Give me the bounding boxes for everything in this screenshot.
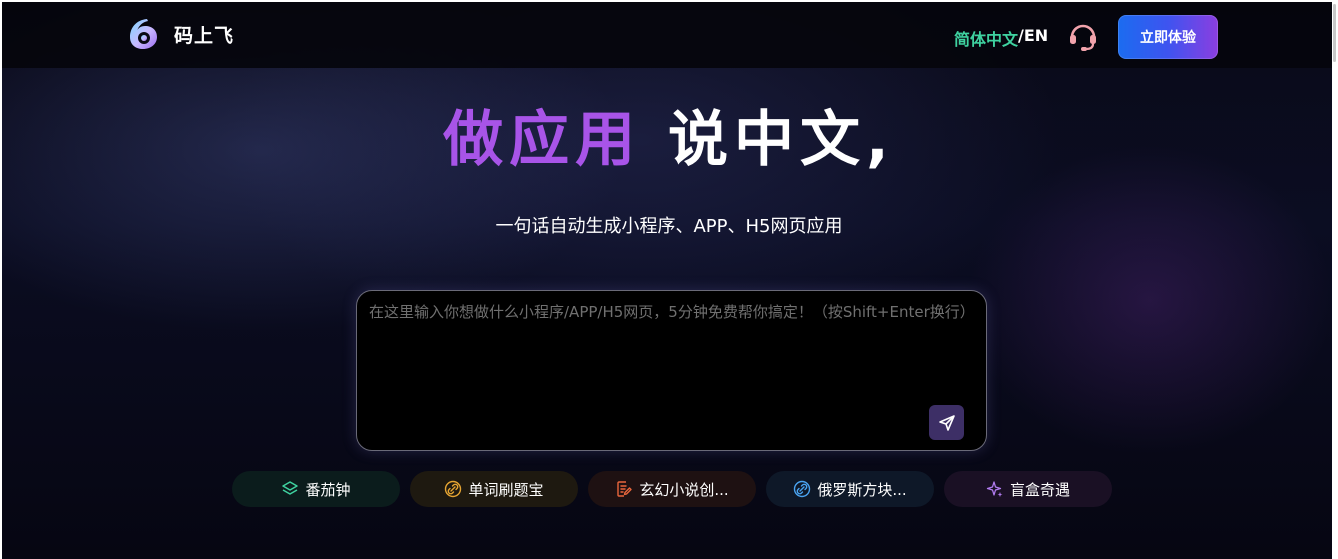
- window-edge-left: [0, 0, 2, 559]
- try-now-button[interactable]: 立即体验: [1118, 15, 1218, 59]
- suggestion-chip-label: 盲盒奇遇: [1009, 480, 1070, 499]
- layers-icon: [282, 481, 299, 495]
- suggestion-chip-label: 玄幻小说创...: [639, 480, 729, 499]
- window-scrollbar[interactable]: [1332, 0, 1338, 559]
- suggestion-chip-label: 俄罗斯方块...: [817, 480, 907, 499]
- hero-title-accent: 做应用: [443, 105, 642, 175]
- prompt-input[interactable]: [369, 303, 974, 403]
- logo-icon: [130, 19, 157, 49]
- hero-section: 做应用 说中文,: [0, 98, 1338, 182]
- suggestion-chip-label: 单词刷题宝: [468, 480, 544, 499]
- lang-option-en[interactable]: EN: [1024, 26, 1048, 50]
- suggestion-chips: 番茄钟 单词刷题宝 玄幻小说创... 俄罗斯方块... 盲盒奇遇: [0, 471, 1338, 507]
- customer-support-headset-icon[interactable]: [1066, 19, 1100, 53]
- sparkles-icon: [986, 481, 1003, 497]
- suggestion-chip-pomodoro[interactable]: 番茄钟: [232, 471, 400, 507]
- suggestion-chip-vocab-quiz[interactable]: 单词刷题宝: [410, 471, 578, 507]
- suggestion-chip-fantasy-novel[interactable]: 玄幻小说创...: [588, 471, 756, 507]
- send-icon: [938, 414, 955, 431]
- prompt-container: [356, 290, 987, 451]
- suggestion-chip-label: 番茄钟: [305, 480, 351, 499]
- brand-name: 码上飞: [174, 24, 235, 47]
- suggestion-chip-blind-box[interactable]: 盲盒奇遇: [944, 471, 1112, 507]
- lang-option-zh[interactable]: 简体中文: [954, 26, 1018, 50]
- hero-title-plain: 说中文,: [668, 105, 895, 175]
- hero-subtitle: 一句话自动生成小程序、APP、H5网页应用: [495, 216, 843, 237]
- window-edge-top: [0, 0, 1338, 2]
- link-icon: [445, 480, 462, 498]
- link-icon: [794, 480, 811, 498]
- suggestion-chip-tetris[interactable]: 俄罗斯方块...: [766, 471, 934, 507]
- brand-logo[interactable]: 码上飞: [126, 16, 234, 52]
- language-switcher[interactable]: 简体中文 / EN: [954, 26, 1048, 50]
- hero-title: 做应用 说中文,: [0, 98, 1338, 182]
- top-navbar: 码上飞 简体中文 / EN 立即体验: [2, 2, 1332, 68]
- edit-document-icon: [617, 481, 633, 497]
- send-button[interactable]: [929, 405, 964, 440]
